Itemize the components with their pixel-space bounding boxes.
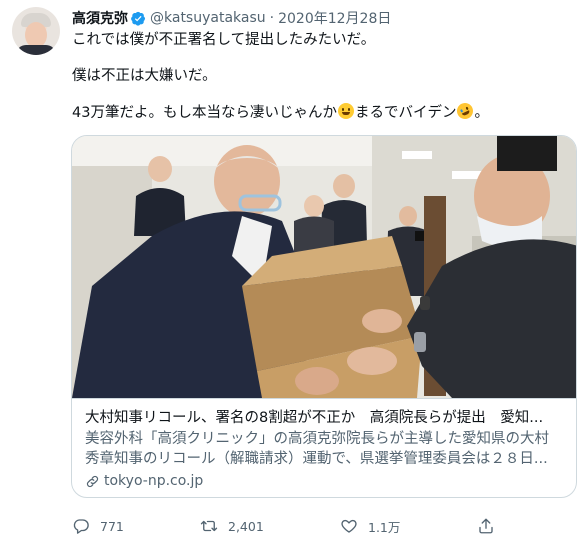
like-count: 1.1万: [368, 519, 401, 535]
card-meta[interactable]: 大村知事リコール、署名の8割超が不正か 高須院長らが提出 愛知... 美容外科「…: [72, 398, 576, 497]
card-domain: tokyo-np.co.jp: [85, 472, 203, 490]
tweet-actions: 771 2,401 1.1万: [72, 514, 512, 538]
reply-button[interactable]: 771: [72, 514, 124, 538]
reply-icon: [73, 519, 89, 534]
verified-badge-icon: [131, 11, 146, 26]
card-description-line-2: 秀章知事のリコール（解職請求）運動で、県選挙管理委員会は２８日...: [85, 451, 548, 467]
tweet[interactable]: 高須克弥 @katsuyatakasu · 2020年12月28日 これでは僕が…: [0, 0, 588, 547]
like-icon: [341, 519, 357, 533]
like-button[interactable]: 1.1万: [340, 514, 400, 538]
grinning-emoji: [337, 103, 354, 119]
retweet-icon: [200, 520, 218, 532]
retweet-button[interactable]: 2,401: [200, 514, 264, 538]
share-icon: [479, 518, 493, 534]
tweet-text-line-3-b: まるでバイデン: [354, 105, 457, 121]
avatar[interactable]: [12, 7, 60, 55]
link-icon: [86, 475, 99, 487]
tweet-text-line-1: これでは僕が不正署名して提出したみたいだ。: [72, 32, 376, 48]
tweet-text-line-3-c: 。: [474, 105, 489, 121]
header-separator: ·: [269, 10, 275, 26]
retweet-count: 2,401: [228, 518, 264, 534]
author-name[interactable]: 高須克弥: [72, 8, 128, 28]
tweet-text-line-3-a: 43万筆だよ。もし本当なら凄いじゃんか: [72, 105, 337, 121]
share-button[interactable]: [477, 514, 505, 538]
tweet-text-line-3: 43万筆だよ。もし本当なら凄いじゃんか まるでバイデン 。: [72, 100, 489, 123]
rofl-emoji: [454, 100, 477, 122]
tweet-text-line-2: 僕は不正は大嫌いだ。: [72, 68, 217, 84]
card-domain-text: tokyo-np.co.jp: [104, 473, 204, 489]
card-description: 美容外科「高須クリニック」の高須克弥院長らが主導した愛知県の大村 秀章知事のリコ…: [85, 429, 565, 469]
card-title: 大村知事リコール、署名の8割超が不正か 高須院長らが提出 愛知...: [85, 410, 544, 426]
avatar-shirt: [16, 45, 56, 55]
tweet-header: 高須克弥 @katsuyatakasu · 2020年12月28日: [72, 8, 391, 28]
reply-count: 771: [100, 518, 124, 534]
card-photo[interactable]: [72, 136, 577, 398]
tweet-date[interactable]: 2020年12月28日: [278, 8, 391, 28]
link-card[interactable]: 大村知事リコール、署名の8割超が不正か 高須院長らが提出 愛知... 美容外科「…: [71, 135, 577, 498]
author-handle[interactable]: @katsuyatakasu: [150, 10, 266, 26]
card-description-line-1: 美容外科「高須クリニック」の高須克弥院長らが主導した愛知県の大村: [85, 431, 549, 447]
